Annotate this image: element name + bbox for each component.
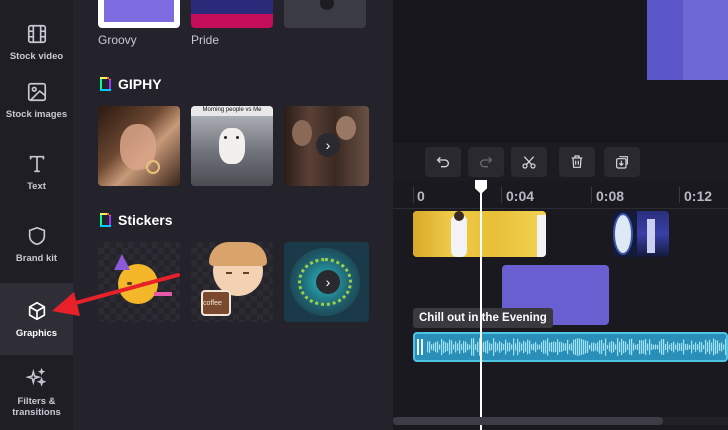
time-ruler[interactable]: 0 0:04 0:08 0:12 <box>393 181 728 209</box>
audio-clip[interactable] <box>413 332 728 362</box>
sticker-tile-coffee-girl[interactable]: coffee <box>191 242 273 322</box>
sidebar-item-label: Brand kit <box>15 252 58 264</box>
tick-label: 0 <box>417 188 425 204</box>
template-label-pride: Pride <box>191 33 220 47</box>
sidebar-item-stock-images[interactable]: Stock images <box>0 64 73 136</box>
film-icon <box>27 24 46 43</box>
stickers-next-button[interactable]: › <box>316 270 340 294</box>
template-tile-pride[interactable] <box>191 0 273 28</box>
shield-icon <box>28 226 45 245</box>
timeline[interactable]: 0 0:04 0:08 0:12 Chill out in the Evenin… <box>393 180 728 430</box>
giphy-logo-icon <box>100 213 111 227</box>
gif-caption: Morning people vs Me <box>202 107 262 113</box>
audio-clip-tooltip: Chill out in the Evening <box>413 308 553 328</box>
split-button[interactable] <box>511 147 547 177</box>
trash-icon <box>571 155 583 168</box>
stickers-title: Stickers <box>118 212 173 228</box>
gif-tile-dog[interactable]: Morning people vs Me <box>191 106 273 186</box>
timeline-scrollbar[interactable] <box>393 417 728 425</box>
gif-tile-woman[interactable] <box>98 106 180 186</box>
template-tile-groovy[interactable] <box>98 0 180 28</box>
sidebar-item-label: Stock images <box>5 108 68 120</box>
preview-area <box>393 0 728 143</box>
playhead[interactable] <box>480 181 482 430</box>
video-canvas[interactable] <box>647 0 728 80</box>
tick-label: 0:04 <box>506 188 535 204</box>
tick-label: 0:08 <box>596 188 625 204</box>
cube-icon <box>28 301 45 320</box>
copy-download-icon <box>616 156 628 169</box>
timeline-toolbar <box>393 143 728 181</box>
text-icon <box>29 155 44 172</box>
stickers-section-title: Stickers <box>100 212 172 228</box>
sticker-cup-text: coffee <box>203 300 222 307</box>
duplicate-button[interactable] <box>604 147 640 177</box>
sidebar-item-label: Text <box>27 180 46 192</box>
sidebar-item-brand-kit[interactable]: Brand kit <box>0 208 73 280</box>
left-sidebar: Stock video Stock images Text Brand kit … <box>0 0 73 430</box>
redo-icon <box>480 156 493 168</box>
video-clip-2[interactable] <box>613 211 669 257</box>
giphy-next-button[interactable]: › <box>316 133 340 157</box>
sidebar-item-filters-transitions[interactable]: Filters & transitions <box>0 356 73 430</box>
chevron-right-icon: › <box>325 137 331 153</box>
undo-icon <box>436 156 449 168</box>
delete-button[interactable] <box>559 147 595 177</box>
redo-button[interactable] <box>468 147 504 177</box>
scissors-icon <box>522 156 536 169</box>
sidebar-item-graphics[interactable]: Graphics <box>0 283 73 355</box>
sticker-tile-party-emoji[interactable] <box>98 242 180 322</box>
tick-label: 0:12 <box>684 188 713 204</box>
giphy-title: GIPHY <box>118 76 162 92</box>
chevron-right-icon: › <box>325 274 331 290</box>
sidebar-item-label: Stock video <box>9 50 64 62</box>
image-icon <box>27 82 46 101</box>
sidebar-item-text[interactable]: Text <box>0 136 73 208</box>
sidebar-item-label: Filters & transitions <box>12 396 61 418</box>
template-tile-third[interactable] <box>284 0 366 28</box>
sparkle-icon <box>25 368 46 387</box>
undo-button[interactable] <box>425 147 461 177</box>
graphics-panel: Groovy Pride GIPHY Morning people vs Me … <box>73 0 393 430</box>
template-label-groovy: Groovy <box>98 33 137 47</box>
timeline-scrollbar-thumb[interactable] <box>393 417 663 425</box>
sidebar-item-label: Graphics <box>15 327 58 339</box>
audio-waveform <box>427 338 726 356</box>
giphy-logo-icon <box>100 77 111 91</box>
giphy-section-title: GIPHY <box>100 76 162 92</box>
